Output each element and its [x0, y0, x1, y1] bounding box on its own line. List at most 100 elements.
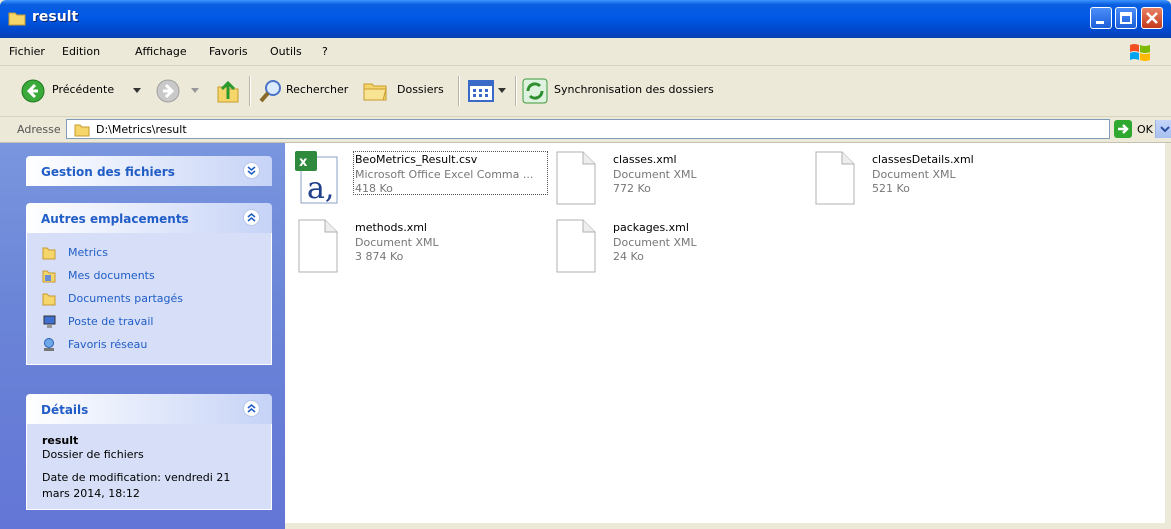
- go-arrow-icon: [1118, 124, 1129, 134]
- file-item[interactable]: classesDetails.xml Document XML 521 Ko: [812, 151, 1062, 211]
- views-icon: [468, 80, 494, 102]
- minimize-button[interactable]: [1090, 7, 1112, 29]
- file-type: Microsoft Office Excel Comma ...: [355, 168, 534, 181]
- place-label: Mes documents: [68, 269, 155, 282]
- my-documents-icon: [42, 270, 56, 283]
- chevron-double-up-icon: [247, 212, 256, 222]
- forward-arrow-icon: [156, 79, 180, 103]
- svg-text:a,: a,: [307, 171, 334, 205]
- folder-icon: [8, 12, 26, 26]
- other-places-title: Autres emplacements: [41, 212, 189, 226]
- file-name: classes.xml: [613, 153, 677, 166]
- svg-text:x: x: [299, 155, 308, 170]
- file-size: 521 Ko: [872, 182, 910, 195]
- place-label: Documents partagés: [68, 292, 183, 305]
- views-button[interactable]: [468, 66, 513, 116]
- address-dropdown[interactable]: [1155, 120, 1171, 138]
- place-label: Metrics: [68, 246, 108, 259]
- sync-icon: [522, 78, 548, 104]
- file-name: classesDetails.xml: [872, 153, 974, 166]
- folders-button[interactable]: Dossiers: [362, 66, 452, 116]
- file-item[interactable]: classes.xml Document XML 772 Ko: [553, 151, 803, 211]
- sync-label: Synchronisation des dossiers: [554, 83, 714, 96]
- toolbar-separator: [249, 76, 251, 106]
- other-places-panel: Autres emplacements Metrics Mes document…: [26, 203, 272, 365]
- collapse-button[interactable]: [243, 209, 260, 226]
- details-title: Détails: [41, 403, 89, 417]
- menu-edition[interactable]: Edition: [62, 45, 100, 58]
- folders-icon: [363, 83, 387, 101]
- file-name: methods.xml: [355, 221, 427, 234]
- file-tasks-header[interactable]: Gestion des fichiers: [26, 156, 272, 186]
- maximize-icon: [1120, 12, 1132, 24]
- menu-affichage[interactable]: Affichage: [135, 45, 187, 58]
- menu-favoris[interactable]: Favoris: [209, 45, 248, 58]
- chevron-down-icon[interactable]: [498, 88, 506, 94]
- file-size: 3 874 Ko: [355, 250, 404, 263]
- title-bar[interactable]: result: [0, 0, 1171, 38]
- details-header[interactable]: Détails: [26, 394, 272, 424]
- details-type: Dossier de fichiers: [42, 448, 144, 461]
- file-tasks-title: Gestion des fichiers: [41, 165, 175, 179]
- expand-button[interactable]: [243, 162, 260, 179]
- sync-folders-button[interactable]: Synchronisation des dossiers: [522, 66, 732, 116]
- back-label: Précédente: [52, 83, 115, 96]
- folders-label: Dossiers: [397, 83, 444, 96]
- address-bar: Adresse D:\Metrics\result OK: [0, 117, 1171, 143]
- search-button[interactable]: Rechercher: [258, 66, 358, 116]
- forward-button[interactable]: [155, 66, 200, 116]
- explorer-window: result Fichier Edition Affichage Favoris…: [0, 0, 1171, 529]
- place-my-documents[interactable]: Mes documents: [27, 265, 271, 288]
- folder-icon: [42, 293, 56, 306]
- file-size: 418 Ko: [355, 182, 393, 195]
- search-label: Rechercher: [286, 83, 349, 96]
- file-item[interactable]: methods.xml Document XML 3 874 Ko: [295, 219, 545, 279]
- excel-csv-icon: x a,: [295, 151, 338, 205]
- address-input[interactable]: D:\Metrics\result: [66, 119, 1171, 139]
- file-size: 772 Ko: [613, 182, 651, 195]
- chevron-double-down-icon: [247, 166, 256, 176]
- search-icon: [259, 80, 281, 103]
- place-my-computer[interactable]: Poste de travail: [27, 311, 271, 334]
- place-metrics[interactable]: Metrics: [27, 242, 271, 265]
- menu-outils[interactable]: Outils: [270, 45, 302, 58]
- close-icon: [1146, 12, 1158, 24]
- file-name: BeoMetrics_Result.csv: [355, 153, 478, 166]
- window-title: result: [32, 9, 79, 25]
- maximize-button[interactable]: [1115, 7, 1137, 29]
- network-icon: [44, 338, 54, 351]
- window-border: [1165, 143, 1171, 529]
- file-item[interactable]: packages.xml Document XML 24 Ko: [553, 219, 803, 279]
- document-icon: [556, 219, 596, 273]
- details-modified: Date de modification: vendredi 21 mars 2…: [42, 471, 231, 500]
- address-label: Adresse: [17, 123, 61, 136]
- toolbar: Précédente Rechercher Dossiers Synchroni…: [0, 66, 1171, 117]
- back-arrow-icon: [21, 79, 45, 103]
- place-shared-documents[interactable]: Documents partagés: [27, 288, 271, 311]
- folder-icon: [74, 124, 90, 137]
- go-label[interactable]: OK: [1137, 123, 1153, 136]
- file-tasks-panel: Gestion des fichiers: [26, 156, 272, 186]
- chevron-down-icon[interactable]: [191, 88, 199, 94]
- menu-fichier[interactable]: Fichier: [9, 45, 45, 58]
- chevron-double-up-icon: [247, 403, 256, 413]
- go-button[interactable]: [1114, 120, 1132, 138]
- document-icon: [815, 151, 855, 205]
- details-panel: Détails result Dossier de fichiers Date …: [26, 394, 272, 510]
- close-button[interactable]: [1141, 7, 1163, 29]
- place-network[interactable]: Favoris réseau: [27, 334, 271, 357]
- folder-icon: [42, 247, 56, 260]
- document-icon: [556, 151, 596, 205]
- file-list-area[interactable]: x a, BeoMetrics_Result.csv Microsoft Off…: [285, 143, 1165, 523]
- chevron-down-icon[interactable]: [133, 88, 141, 94]
- my-computer-icon: [43, 315, 56, 328]
- file-item[interactable]: x a, BeoMetrics_Result.csv Microsoft Off…: [295, 151, 548, 211]
- menu-help[interactable]: ?: [322, 45, 328, 58]
- up-folder-icon[interactable]: [214, 77, 242, 105]
- file-name: packages.xml: [613, 221, 689, 234]
- back-button[interactable]: Précédente: [20, 66, 155, 116]
- chevron-down-icon: [1160, 126, 1170, 133]
- collapse-button[interactable]: [243, 400, 260, 417]
- windows-logo-icon: [1130, 44, 1150, 61]
- other-places-header[interactable]: Autres emplacements: [26, 203, 272, 233]
